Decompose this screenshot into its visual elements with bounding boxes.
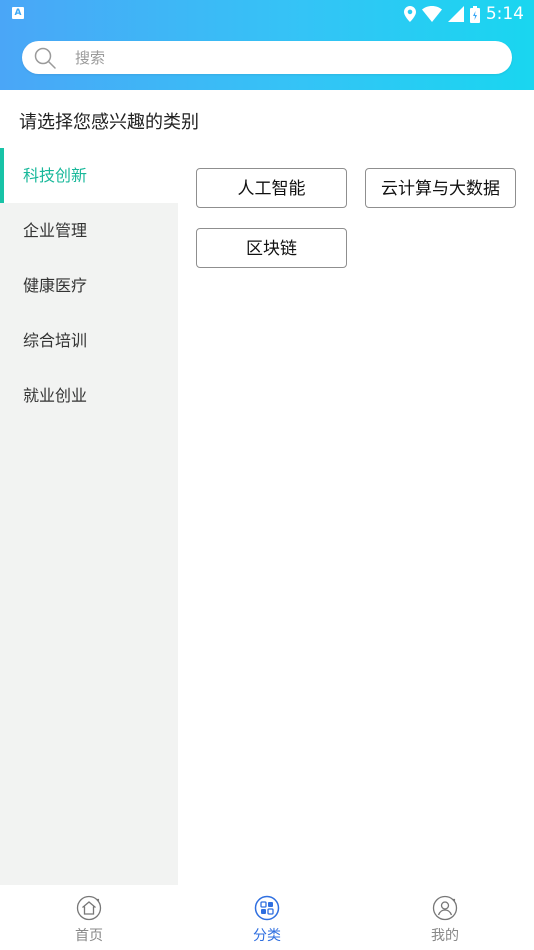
sidebar-item-label: 企业管理 <box>23 221 88 240</box>
tab-label: 首页 <box>75 928 103 944</box>
search-icon <box>34 47 56 69</box>
profile-icon <box>432 895 458 921</box>
sidebar-item-employment-entrepreneurship[interactable]: 就业创业 <box>0 368 178 423</box>
home-icon <box>76 895 102 921</box>
sidebar-item-health-medical[interactable]: 健康医疗 <box>0 258 178 313</box>
status-time: 5:14 <box>485 4 524 24</box>
location-icon <box>403 6 416 22</box>
tag-cloud-big-data[interactable]: 云计算与大数据 <box>365 168 516 208</box>
signal-icon <box>447 6 464 22</box>
tab-category[interactable]: 分类 <box>178 885 356 950</box>
active-indicator <box>0 148 4 203</box>
sidebar-item-label: 综合培训 <box>23 331 88 350</box>
page-title: 请选择您感兴趣的类别 <box>19 112 199 133</box>
wifi-icon <box>421 6 442 22</box>
category-sidebar: 科技创新 企业管理 健康医疗 综合培训 就业创业 <box>0 148 178 885</box>
tag-ai[interactable]: 人工智能 <box>196 168 347 208</box>
sidebar-item-tech-innovation[interactable]: 科技创新 <box>0 148 178 203</box>
sidebar-item-label: 健康医疗 <box>23 276 88 295</box>
tab-label: 分类 <box>253 928 281 944</box>
app-header: A 5:14 <box>0 0 534 90</box>
tab-home[interactable]: 首页 <box>0 885 178 950</box>
sidebar-item-label: 科技创新 <box>23 166 88 185</box>
status-icons: 5:14 <box>403 3 524 25</box>
battery-icon <box>469 5 480 23</box>
sidebar-item-business-management[interactable]: 企业管理 <box>0 203 178 258</box>
sidebar-item-label: 就业创业 <box>23 386 88 405</box>
category-icon <box>254 895 280 921</box>
sidebar-item-comprehensive-training[interactable]: 综合培训 <box>0 313 178 368</box>
bottom-tab-bar: 首页 分类 我的 <box>0 885 534 950</box>
notification-a-icon: A <box>12 7 24 19</box>
tab-profile[interactable]: 我的 <box>356 885 534 950</box>
status-bar: A 5:14 <box>0 0 534 28</box>
tag-blockchain[interactable]: 区块链 <box>196 228 347 268</box>
tab-label: 我的 <box>431 928 459 944</box>
search-bar[interactable] <box>22 41 512 74</box>
search-input[interactable] <box>75 41 495 74</box>
